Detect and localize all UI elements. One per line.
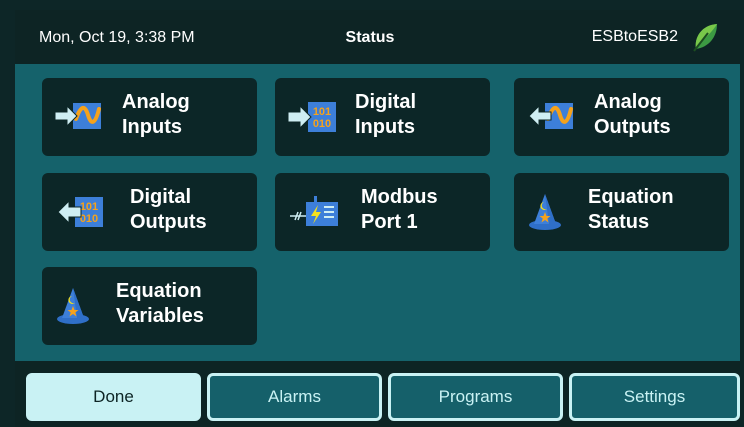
wizard-hat-icon xyxy=(529,194,561,230)
tile-label: Equation Status xyxy=(588,185,718,235)
analog-output-icon xyxy=(528,103,573,129)
digital-output-icon: 101 010 xyxy=(57,197,103,227)
tile-label-line2: Variables xyxy=(116,305,204,327)
programs-button[interactable]: Programs xyxy=(388,373,563,421)
tile-label: Digital Inputs xyxy=(355,90,485,140)
digital-input-icon: 101 010 xyxy=(287,102,336,132)
done-button[interactable]: Done xyxy=(26,373,201,421)
tile-equation-variables[interactable]: Equation Variables xyxy=(42,267,257,345)
top-bar: Mon, Oct 19, 3:38 PM Status ESBtoESB2 xyxy=(15,10,740,64)
tile-label-line1: Analog xyxy=(122,91,190,113)
wizard-hat-icon xyxy=(57,288,89,324)
tile-equation-status[interactable]: Equation Status xyxy=(514,173,729,251)
tile-label-line1: Equation xyxy=(116,280,202,302)
status-screen: Mon, Oct 19, 3:38 PM Status ESBtoESB2 An… xyxy=(15,10,740,427)
tile-label: Analog Inputs xyxy=(122,90,252,140)
tile-label-line2: Outputs xyxy=(594,116,671,138)
modbus-port-icon xyxy=(290,196,338,226)
svg-text:101: 101 xyxy=(313,106,331,118)
tile-label-line2: Inputs xyxy=(355,116,415,138)
tile-label: Analog Outputs xyxy=(594,90,724,140)
analog-input-icon xyxy=(54,103,101,129)
tile-label: Digital Outputs xyxy=(130,185,260,235)
alarms-button[interactable]: Alarms xyxy=(207,373,382,421)
tile-analog-inputs[interactable]: Analog Inputs xyxy=(42,78,257,156)
tile-label-line1: Modbus xyxy=(361,186,438,208)
svg-text:101: 101 xyxy=(80,201,98,213)
tile-modbus-port-1[interactable]: Modbus Port 1 xyxy=(275,173,490,251)
tile-label-line2: Status xyxy=(588,211,650,233)
settings-button[interactable]: Settings xyxy=(569,373,740,421)
tile-label-line2: Outputs xyxy=(130,211,207,233)
svg-text:010: 010 xyxy=(80,213,98,225)
tile-label-line2: Inputs xyxy=(122,116,182,138)
tile-label-line1: Digital xyxy=(130,186,192,208)
tile-label-line2: Port 1 xyxy=(361,211,418,233)
tile-label: Modbus Port 1 xyxy=(361,185,491,235)
tile-label: Equation Variables xyxy=(116,279,246,329)
tile-digital-inputs[interactable]: 101 010 Digital Inputs xyxy=(275,78,490,156)
leaf-logo-icon xyxy=(693,24,717,52)
tile-label-line1: Digital xyxy=(355,91,417,113)
tile-label-line1: Analog xyxy=(594,91,662,113)
tile-label-line1: Equation xyxy=(588,186,674,208)
bottom-bar: Done Alarms Programs Settings xyxy=(15,361,740,427)
device-name: ESBtoESB2 xyxy=(591,28,678,45)
tile-analog-outputs[interactable]: Analog Outputs xyxy=(514,78,729,156)
tile-digital-outputs[interactable]: 101 010 Digital Outputs xyxy=(42,173,257,251)
svg-text:010: 010 xyxy=(313,118,331,130)
